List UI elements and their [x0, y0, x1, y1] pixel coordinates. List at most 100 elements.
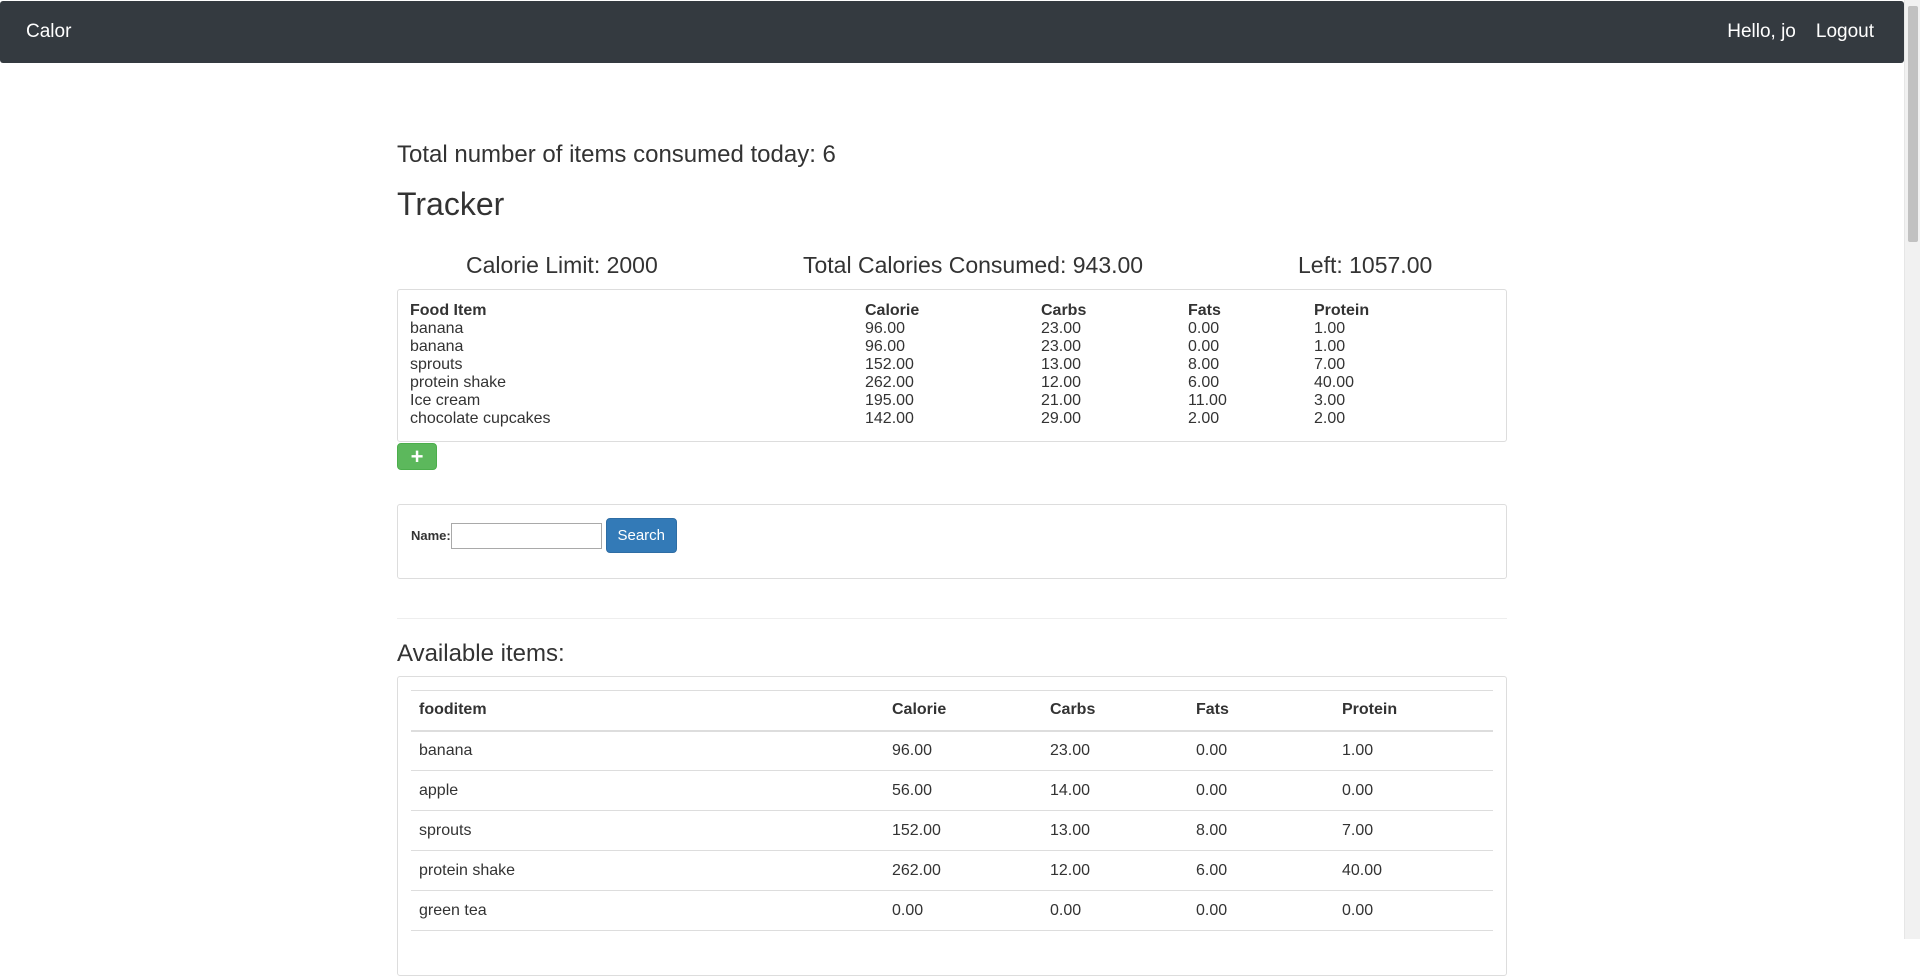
cell-calorie: 142.00: [865, 410, 914, 427]
cell-protein: 0.00: [1334, 770, 1493, 811]
cell-food: sprouts: [410, 356, 463, 373]
cell-carbs: 29.00: [1041, 410, 1082, 427]
cell-calorie: 152.00: [884, 810, 1042, 851]
header-protein: Protein: [1334, 690, 1493, 732]
cell-fats: 6.00: [1188, 850, 1334, 891]
cell-food: banana: [410, 338, 464, 355]
cell-carbs: 23.00: [1041, 338, 1082, 355]
cell-food: apple: [411, 770, 884, 811]
cell-fats: 0.00: [1188, 890, 1334, 931]
consumed-items-panel: Food Item Calorie Carbs Fats Protein ban…: [397, 289, 1507, 442]
cell-fats: 0.00: [1188, 770, 1334, 811]
available-row[interactable]: protein shake 262.00 12.00 6.00 40.00: [411, 850, 1493, 891]
cell-protein: 40.00: [1314, 374, 1355, 391]
consumed-table-header: Food Item Calorie Carbs Fats Protein: [410, 302, 1494, 320]
cell-calorie: 96.00: [865, 320, 906, 337]
cell-fats: 2.00: [1188, 410, 1220, 427]
consumed-row: Ice cream 195.00 21.00 11.00 3.00: [410, 392, 1494, 410]
available-items-table: fooditem Calorie Carbs Fats Protein bana…: [411, 690, 1493, 931]
consumed-row: protein shake 262.00 12.00 6.00 40.00: [410, 374, 1494, 392]
header-calorie: Calorie: [865, 302, 920, 319]
cell-food: protein shake: [410, 374, 507, 391]
cell-food: chocolate cupcakes: [410, 410, 551, 427]
available-row[interactable]: sprouts 152.00 13.00 8.00 7.00: [411, 810, 1493, 851]
navbar-user-menu: Hello, jo Logout: [1707, 21, 1874, 43]
cell-calorie: 152.00: [865, 356, 914, 373]
cell-food: protein shake: [411, 850, 884, 891]
search-form: Name: Search: [411, 518, 677, 553]
available-items-title: Available items:: [397, 640, 565, 667]
cell-fats: 8.00: [1188, 810, 1334, 851]
cell-calorie: 96.00: [865, 338, 906, 355]
available-items-panel: fooditem Calorie Carbs Fats Protein bana…: [397, 676, 1507, 976]
search-name-input[interactable]: [450, 522, 602, 549]
cell-carbs: 13.00: [1041, 356, 1082, 373]
header-fats: Fats: [1188, 690, 1334, 732]
available-row[interactable]: green tea 0.00 0.00 0.00 0.00: [411, 890, 1493, 931]
search-name-label: Name:: [411, 528, 451, 543]
header-carbs: Carbs: [1042, 690, 1188, 732]
cell-fats: 6.00: [1188, 374, 1220, 391]
cell-calorie: 0.00: [884, 890, 1042, 931]
calorie-limit: Calorie Limit: 2000: [466, 252, 658, 278]
cell-calorie: 195.00: [865, 392, 914, 409]
brand-link[interactable]: Calor: [26, 21, 71, 43]
cell-protein: 0.00: [1334, 890, 1493, 931]
greeting-link[interactable]: Hello, jo: [1727, 21, 1796, 43]
cell-calorie: 56.00: [884, 770, 1042, 811]
top-navbar: Calor Hello, jo Logout: [0, 1, 1904, 63]
search-panel: Name: Search: [397, 504, 1507, 579]
cell-carbs: 23.00: [1042, 730, 1188, 771]
calorie-summary: Calorie Limit: 2000 Total Calories Consu…: [397, 252, 1507, 282]
cell-carbs: 21.00: [1041, 392, 1082, 409]
cell-carbs: 12.00: [1042, 850, 1188, 891]
vertical-scrollbar[interactable]: [1904, 0, 1920, 939]
consumed-row: sprouts 152.00 13.00 8.00 7.00: [410, 356, 1494, 374]
header-carbs: Carbs: [1041, 302, 1087, 319]
available-row[interactable]: apple 56.00 14.00 0.00 0.00: [411, 770, 1493, 811]
cell-food: green tea: [411, 890, 884, 931]
consumed-items-table: Food Item Calorie Carbs Fats Protein ban…: [410, 302, 1494, 428]
header-protein: Protein: [1314, 302, 1370, 319]
cell-carbs: 23.00: [1041, 320, 1082, 337]
consumed-row: banana 96.00 23.00 0.00 1.00: [410, 338, 1494, 356]
cell-calorie: 262.00: [884, 850, 1042, 891]
calories-left: Left: 1057.00: [1298, 252, 1433, 278]
consumed-row: chocolate cupcakes 142.00 29.00 2.00 2.0…: [410, 410, 1494, 428]
cell-fats: 11.00: [1188, 392, 1227, 409]
consumed-row: banana 96.00 23.00 0.00 1.00: [410, 320, 1494, 338]
header-food-item: Food Item: [410, 302, 487, 319]
cell-fats: 0.00: [1188, 730, 1334, 771]
items-consumed-count: Total number of items consumed today: 6: [397, 141, 836, 168]
available-table-header: fooditem Calorie Carbs Fats Protein: [411, 690, 1493, 732]
cell-protein: 7.00: [1334, 810, 1493, 851]
header-calorie: Calorie: [884, 690, 1042, 732]
cell-protein: 1.00: [1314, 320, 1346, 337]
cell-carbs: 12.00: [1041, 374, 1082, 391]
section-divider: [397, 618, 1507, 619]
cell-protein: 1.00: [1314, 338, 1346, 355]
cell-calorie: 262.00: [865, 374, 914, 391]
cell-protein: 40.00: [1334, 850, 1493, 891]
scrollbar-thumb[interactable]: [1908, 6, 1918, 242]
cell-food: Ice cream: [410, 392, 481, 409]
cell-carbs: 14.00: [1042, 770, 1188, 811]
cell-food: banana: [411, 730, 884, 771]
cell-carbs: 0.00: [1042, 890, 1188, 931]
header-fooditem: fooditem: [411, 690, 884, 732]
cell-protein: 1.00: [1334, 730, 1493, 771]
cell-food: banana: [410, 320, 464, 337]
cell-protein: 2.00: [1314, 410, 1346, 427]
cell-carbs: 13.00: [1042, 810, 1188, 851]
header-fats: Fats: [1188, 302, 1221, 319]
add-item-button[interactable]: +: [397, 443, 437, 470]
available-row[interactable]: banana 96.00 23.00 0.00 1.00: [411, 730, 1493, 771]
cell-calorie: 96.00: [884, 730, 1042, 771]
tracker-title: Tracker: [397, 186, 505, 222]
cell-protein: 7.00: [1314, 356, 1346, 373]
total-calories-consumed: Total Calories Consumed: 943.00: [803, 252, 1144, 278]
logout-link[interactable]: Logout: [1816, 21, 1874, 43]
cell-protein: 3.00: [1314, 392, 1346, 409]
search-button[interactable]: Search: [605, 518, 677, 553]
cell-food: sprouts: [411, 810, 884, 851]
